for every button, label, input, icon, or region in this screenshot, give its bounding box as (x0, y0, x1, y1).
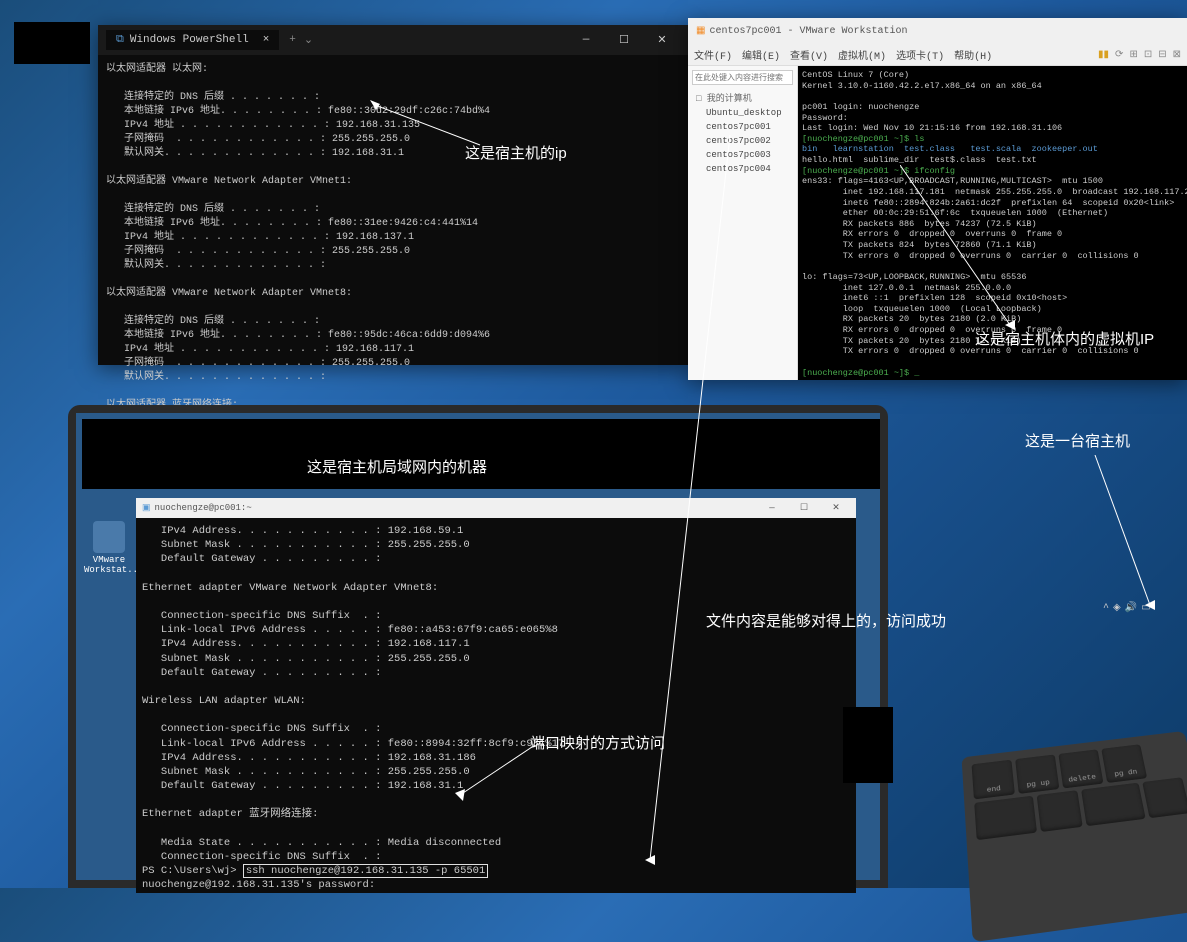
key-pgdn: pg dn (1101, 744, 1147, 783)
annotation-port-forward: 端口映射的方式访问 (530, 732, 665, 753)
laptop-terminal-window: ▣ nuochengze@pc001:~ — ☐ ✕ IPv4 Address.… (136, 498, 856, 893)
vm-menubar: 文件(F) 编辑(E) 查看(V) 虚拟机(M) 选项卡(T) 帮助(H) ▮▮… (688, 44, 1187, 66)
toolbar-icon[interactable]: ⊟ (1158, 49, 1166, 61)
key (1037, 790, 1083, 832)
key-delete: delete (1058, 749, 1103, 788)
redaction-box (82, 419, 880, 489)
powershell-icon: ⧉ (116, 34, 124, 46)
vm-titlebar[interactable]: ▦ centos7pc001 - VMware Workstation (688, 18, 1187, 44)
vm-toolbar: ▮▮ ⟳ ⊞ ⊡ ⊟ ⊠ (1098, 49, 1181, 61)
menu-vm[interactable]: 虚拟机(M) (838, 47, 886, 63)
toolbar-icon[interactable]: ⊠ (1173, 49, 1181, 61)
annotation-host-machine: 这是一台宿主机 (1025, 430, 1130, 451)
vm-search-input[interactable] (692, 70, 793, 85)
toolbar-icon[interactable]: ⊞ (1129, 49, 1137, 61)
vmware-window: ▦ centos7pc001 - VMware Workstation 文件(F… (688, 18, 1187, 380)
sidebar-item[interactable]: centos7pc001 (692, 120, 793, 134)
menu-edit[interactable]: 编辑(E) (742, 47, 780, 63)
annotation-lan-machine: 这是宿主机局域网内的机器 (307, 456, 487, 477)
ps-titlebar[interactable]: ⧉ Windows PowerShell × + ⌄ — ☐ ✕ (98, 25, 688, 55)
lt-title: nuochengze@pc001:~ (155, 503, 252, 513)
vm-sidebar: □ 我的计算机 Ubuntu_desktop centos7pc001 cent… (688, 66, 798, 380)
toolbar-icon[interactable]: ⊡ (1144, 49, 1152, 61)
ps-tab[interactable]: ⧉ Windows PowerShell × (106, 30, 279, 50)
key (1081, 783, 1146, 827)
maximize-button[interactable]: ☐ (790, 499, 818, 517)
new-tab-button[interactable]: + (289, 34, 296, 46)
wifi-icon[interactable]: ◈ (1113, 602, 1121, 614)
menu-file[interactable]: 文件(F) (694, 47, 732, 63)
dropdown-icon[interactable]: ⌄ (304, 33, 313, 47)
desktop-icon-vmware[interactable]: VMware Workstat... (84, 521, 134, 575)
close-button[interactable]: ✕ (644, 26, 680, 54)
annotation-file-match: 文件内容是能够对得上的，访问成功 (706, 610, 946, 631)
key-end: end (972, 760, 1015, 800)
pause-icon[interactable]: ▮▮ (1098, 49, 1109, 61)
ps-tab-title: Windows PowerShell (130, 34, 249, 46)
desktop-icon-label: VMware Workstat... (84, 555, 143, 575)
vmware-icon: ▦ (696, 25, 705, 37)
maximize-button[interactable]: ☐ (606, 26, 642, 54)
sidebar-item[interactable]: centos7pc002 (692, 134, 793, 148)
close-tab-icon[interactable]: × (263, 34, 270, 46)
key-pgup: pg up (1015, 754, 1059, 793)
lt-titlebar[interactable]: ▣ nuochengze@pc001:~ — ☐ ✕ (136, 498, 856, 518)
vmware-icon (93, 521, 125, 553)
taskbar-tray: ^ ◈ 🔊 ▭ (1097, 598, 1187, 618)
menu-help[interactable]: 帮助(H) (954, 47, 992, 63)
terminal-icon: ▣ (142, 503, 151, 513)
minimize-button[interactable]: — (758, 499, 786, 517)
toolbar-icon[interactable]: ⟳ (1115, 49, 1123, 61)
laptop-terminal-output[interactable]: IPv4 Address. . . . . . . . . . . : 192.… (136, 518, 856, 893)
key (1142, 777, 1187, 818)
redaction-box (14, 22, 90, 64)
key (974, 796, 1037, 841)
sidebar-item[interactable]: Ubuntu_desktop (692, 106, 793, 120)
sidebar-item[interactable]: centos7pc004 (692, 162, 793, 176)
powershell-window: ⧉ Windows PowerShell × + ⌄ — ☐ ✕ 以太网适配器 … (98, 25, 688, 365)
menu-tabs[interactable]: 选项卡(T) (896, 47, 944, 63)
menu-view[interactable]: 查看(V) (790, 47, 828, 63)
annotation-host-ip: 这是宿主机的ip (465, 142, 567, 163)
volume-icon[interactable]: 🔊 (1125, 602, 1137, 614)
redaction-box (843, 707, 893, 783)
laptop-screen: VMware Workstat... ▣ nuochengze@pc001:~ … (68, 405, 888, 888)
close-button[interactable]: ✕ (822, 499, 850, 517)
vm-title: centos7pc001 - VMware Workstation (709, 26, 907, 37)
annotation-vm-ip: 这是宿主机体内的虚拟机IP (975, 328, 1154, 349)
sidebar-item[interactable]: centos7pc003 (692, 148, 793, 162)
battery-icon[interactable]: ▭ (1141, 602, 1150, 614)
tray-icon[interactable]: ^ (1103, 603, 1109, 614)
minimize-button[interactable]: — (568, 26, 604, 54)
physical-keyboard: end pg up delete pg dn (962, 731, 1187, 942)
sidebar-my-computer[interactable]: □ 我的计算机 (692, 89, 793, 106)
